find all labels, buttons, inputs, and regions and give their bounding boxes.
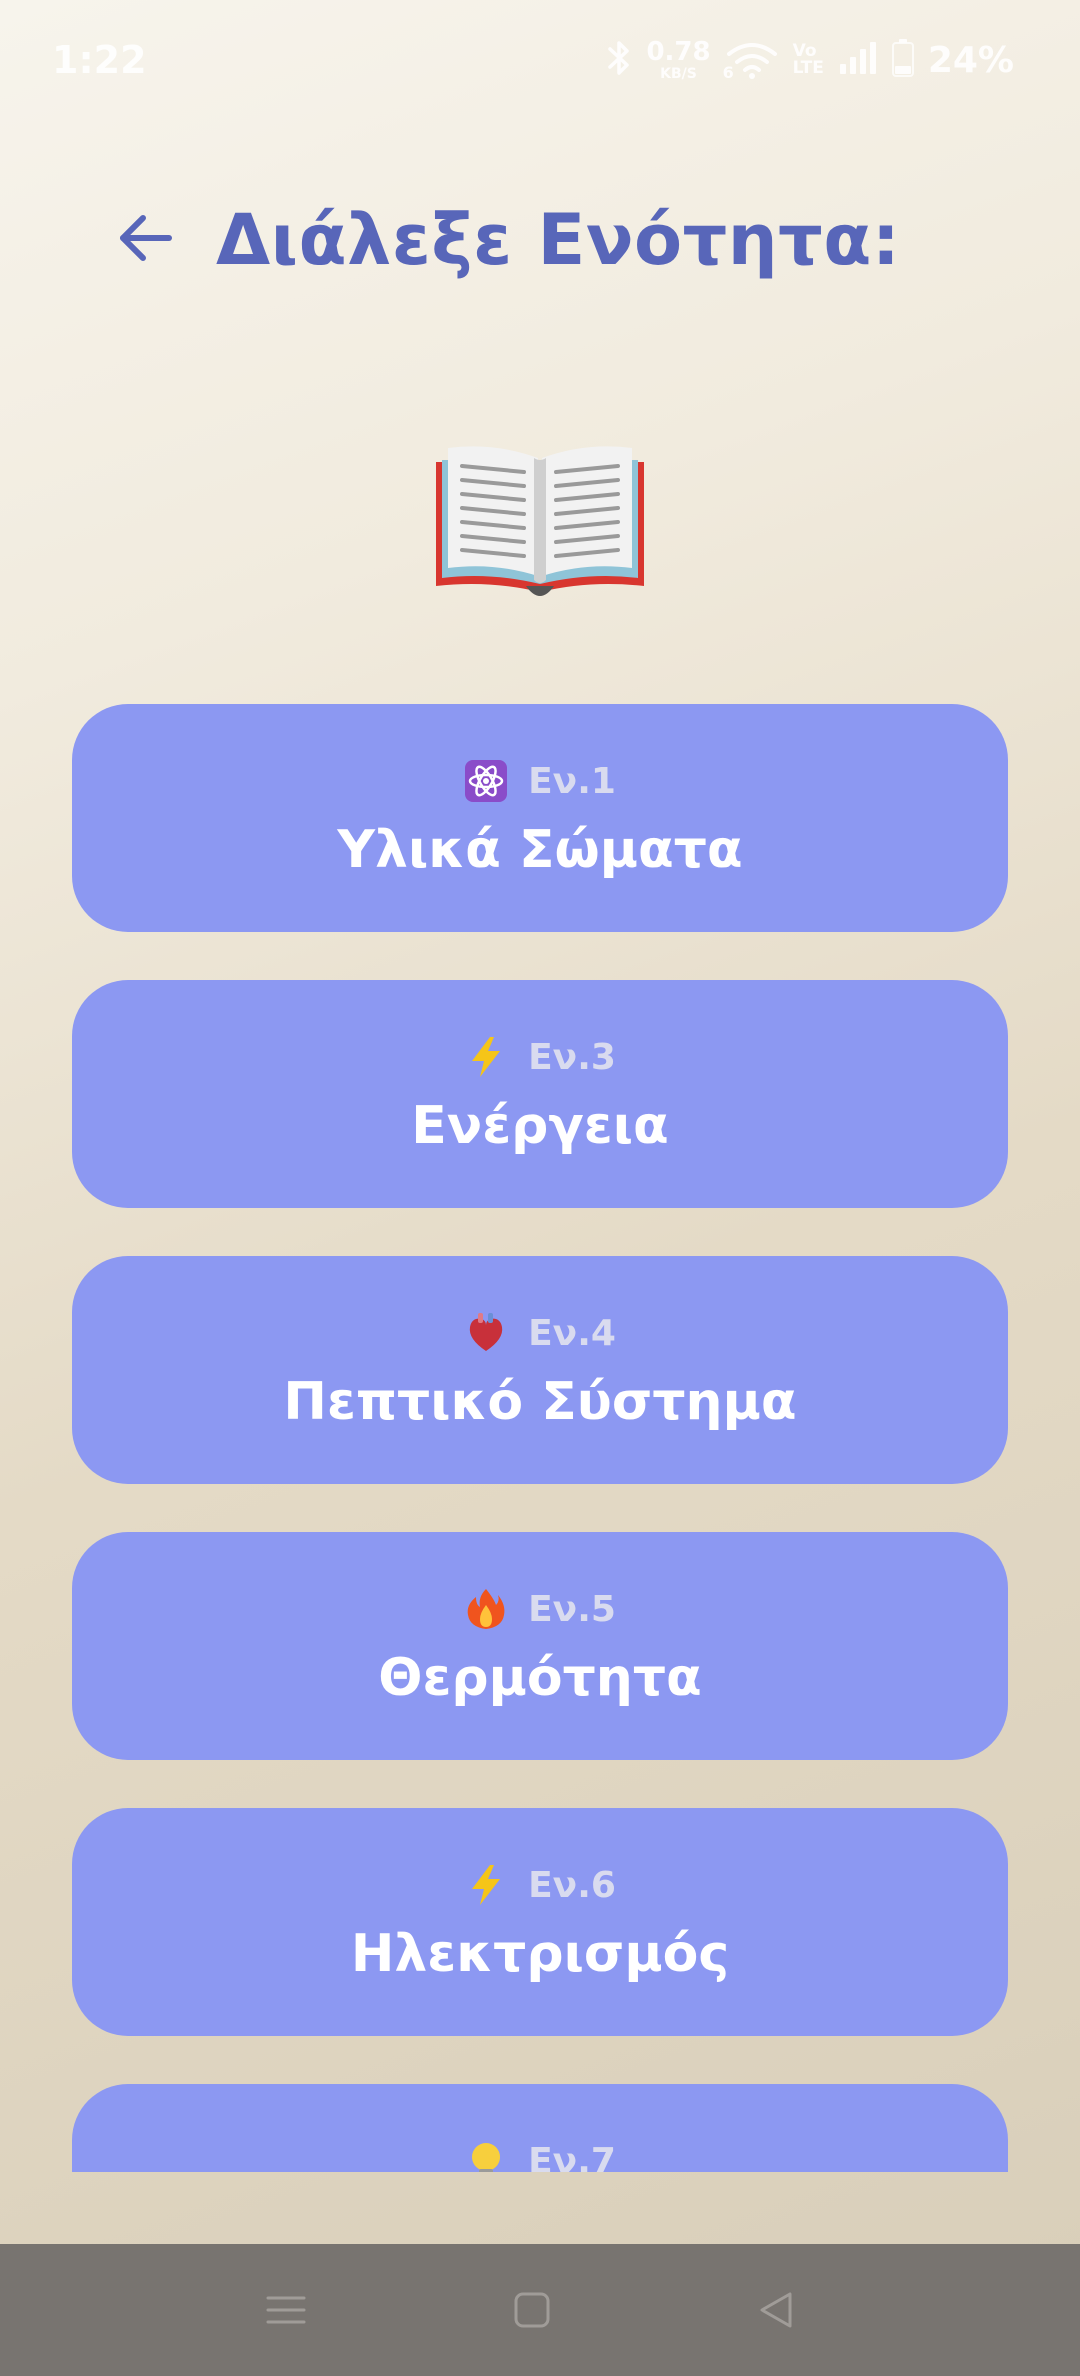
atom-icon [464,759,508,803]
network-speed-value: 0.78 [646,37,711,67]
unit-code-row: Εν.3 [72,1034,1008,1080]
triangle-back-icon [756,2290,796,2334]
fire-icon [464,1587,508,1631]
home-button[interactable] [500,2280,564,2344]
open-book-icon [430,440,650,600]
lightning-icon [464,1863,508,1907]
menu-icon [266,2290,306,2334]
unit-code: Εν.5 [528,1588,616,1630]
heart-icon [464,1311,508,1355]
unit-code: Εν.7 [528,2140,616,2173]
arrow-left-icon [117,213,173,267]
unit-code-row: Εν.6 [72,1862,1008,1908]
back-nav-button[interactable] [744,2280,808,2344]
unit-title: Υλικά Σώματα [337,820,743,880]
unit-code-row: Εν.5 [72,1586,1008,1632]
recent-apps-button[interactable] [254,2280,318,2344]
status-time: 1:22 [52,38,147,82]
unit-code: Εν.3 [528,1036,616,1078]
unit-code-row: Εν.7 [72,2138,1008,2172]
status-icons: 0.78 KB/S 6 Vo LTE 24% [606,36,1014,84]
wifi-icon: 6 [722,40,779,82]
navigation-bar [0,2244,1080,2376]
unit-card-1[interactable]: Εν.1 Υλικά Σώματα [72,704,1008,932]
lightbulb-icon [464,2139,508,2172]
network-speed-unit: KB/S [660,66,697,82]
unit-card-4[interactable]: Εν.4 Πεπτικό Σύστημα [72,1256,1008,1484]
unit-card-7[interactable]: Εν.7 [72,2084,1008,2172]
page-title: Διάλεξε Ενότητα: [216,199,901,281]
signal-icon [838,40,878,80]
unit-code: Εν.6 [528,1864,616,1906]
back-button[interactable] [110,205,180,275]
wifi-generation: 6 [722,63,734,82]
unit-code: Εν.4 [528,1312,616,1354]
network-speed: 0.78 KB/S [646,39,710,81]
header: Διάλεξε Ενότητα: [110,190,900,290]
bluetooth-icon [606,38,632,82]
status-bar: 1:22 0.78 KB/S 6 Vo LTE 24% [0,0,1080,128]
lightning-icon [464,1035,508,1079]
square-icon [512,2290,552,2334]
battery-icon [891,39,914,81]
unit-card-6[interactable]: Εν.6 Ηλεκτρισμός [72,1808,1008,2036]
unit-title: Ηλεκτρισμός [350,1924,730,1984]
unit-code-row: Εν.4 [72,1310,1008,1356]
unit-card-5[interactable]: Εν.5 Θερμότητα [72,1532,1008,1760]
unit-title: Ενέργεια [411,1096,669,1156]
unit-code: Εν.1 [528,760,616,802]
unit-title: Θερμότητα [378,1648,702,1708]
battery-percent: 24% [927,39,1014,81]
unit-card-3[interactable]: Εν.3 Ενέργεια [72,980,1008,1208]
unit-code-row: Εν.1 [72,758,1008,804]
volte-indicator: Vo LTE [793,43,824,77]
unit-title: Πεπτικό Σύστημα [283,1372,797,1432]
unit-list[interactable]: Εν.1 Υλικά Σώματα Εν.3 Ενέργεια Εν.4 Πεπ… [72,704,1008,2172]
volte-bottom: LTE [792,58,824,78]
